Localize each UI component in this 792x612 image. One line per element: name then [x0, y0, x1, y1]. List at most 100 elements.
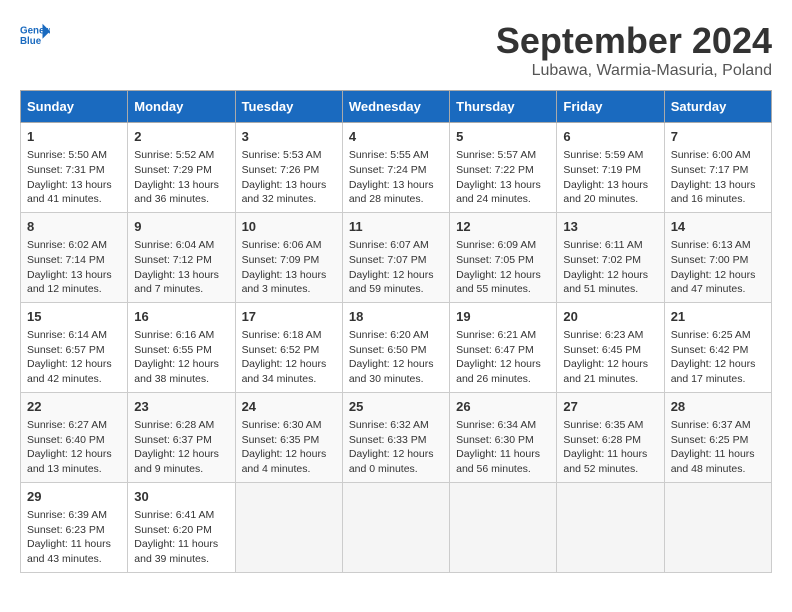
day-number: 16: [134, 308, 228, 326]
sunrise-text: Sunrise: 5:55 AM: [349, 149, 429, 161]
daylight-text: Daylight: 12 hours and 9 minutes.: [134, 448, 219, 475]
day-number: 29: [27, 488, 121, 506]
sunset-text: Sunset: 6:30 PM: [456, 434, 534, 446]
sunset-text: Sunset: 7:17 PM: [671, 164, 749, 176]
day-number: 23: [134, 398, 228, 416]
daylight-text: Daylight: 13 hours and 32 minutes.: [242, 179, 327, 206]
sunset-text: Sunset: 6:45 PM: [563, 344, 641, 356]
sunrise-text: Sunrise: 6:23 AM: [563, 329, 643, 341]
day-number: 10: [242, 218, 336, 236]
week-row-3: 15Sunrise: 6:14 AMSunset: 6:57 PMDayligh…: [21, 302, 772, 392]
day-number: 18: [349, 308, 443, 326]
calendar-cell: 20Sunrise: 6:23 AMSunset: 6:45 PMDayligh…: [557, 302, 664, 392]
day-number: 3: [242, 128, 336, 146]
calendar-cell: 30Sunrise: 6:41 AMSunset: 6:20 PMDayligh…: [128, 482, 235, 572]
sunrise-text: Sunrise: 6:20 AM: [349, 329, 429, 341]
calendar-cell: 27Sunrise: 6:35 AMSunset: 6:28 PMDayligh…: [557, 392, 664, 482]
sunrise-text: Sunrise: 5:52 AM: [134, 149, 214, 161]
week-row-4: 22Sunrise: 6:27 AMSunset: 6:40 PMDayligh…: [21, 392, 772, 482]
logo-icon: General Blue: [20, 20, 50, 50]
week-row-5: 29Sunrise: 6:39 AMSunset: 6:23 PMDayligh…: [21, 482, 772, 572]
daylight-text: Daylight: 13 hours and 7 minutes.: [134, 269, 219, 296]
svg-text:Blue: Blue: [20, 36, 42, 47]
weekday-header-row: SundayMondayTuesdayWednesdayThursdayFrid…: [21, 91, 772, 123]
sunrise-text: Sunrise: 6:25 AM: [671, 329, 751, 341]
sunset-text: Sunset: 7:22 PM: [456, 164, 534, 176]
sunset-text: Sunset: 7:29 PM: [134, 164, 212, 176]
calendar-cell: 29Sunrise: 6:39 AMSunset: 6:23 PMDayligh…: [21, 482, 128, 572]
sunset-text: Sunset: 7:14 PM: [27, 254, 105, 266]
sunset-text: Sunset: 7:12 PM: [134, 254, 212, 266]
calendar-cell: 19Sunrise: 6:21 AMSunset: 6:47 PMDayligh…: [450, 302, 557, 392]
month-title: September 2024: [496, 20, 772, 62]
daylight-text: Daylight: 13 hours and 20 minutes.: [563, 179, 648, 206]
day-number: 5: [456, 128, 550, 146]
header: General Blue September 2024 Lubawa, Warm…: [20, 20, 772, 80]
sunrise-text: Sunrise: 6:07 AM: [349, 239, 429, 251]
sunrise-text: Sunrise: 6:06 AM: [242, 239, 322, 251]
sunset-text: Sunset: 6:52 PM: [242, 344, 320, 356]
calendar-cell: [557, 482, 664, 572]
calendar-cell: 13Sunrise: 6:11 AMSunset: 7:02 PMDayligh…: [557, 212, 664, 302]
daylight-text: Daylight: 11 hours and 56 minutes.: [456, 448, 540, 475]
sunrise-text: Sunrise: 5:50 AM: [27, 149, 107, 161]
calendar-cell: 26Sunrise: 6:34 AMSunset: 6:30 PMDayligh…: [450, 392, 557, 482]
sunrise-text: Sunrise: 6:39 AM: [27, 509, 107, 521]
sunset-text: Sunset: 7:05 PM: [456, 254, 534, 266]
daylight-text: Daylight: 12 hours and 47 minutes.: [671, 269, 756, 296]
calendar-cell: [235, 482, 342, 572]
sunrise-text: Sunrise: 6:41 AM: [134, 509, 214, 521]
day-number: 25: [349, 398, 443, 416]
daylight-text: Daylight: 13 hours and 28 minutes.: [349, 179, 434, 206]
day-number: 8: [27, 218, 121, 236]
weekday-header-saturday: Saturday: [664, 91, 771, 123]
sunset-text: Sunset: 6:25 PM: [671, 434, 749, 446]
sunset-text: Sunset: 6:23 PM: [27, 524, 105, 536]
sunset-text: Sunset: 6:50 PM: [349, 344, 427, 356]
calendar-cell: 9Sunrise: 6:04 AMSunset: 7:12 PMDaylight…: [128, 212, 235, 302]
daylight-text: Daylight: 13 hours and 12 minutes.: [27, 269, 112, 296]
weekday-header-tuesday: Tuesday: [235, 91, 342, 123]
sunset-text: Sunset: 6:55 PM: [134, 344, 212, 356]
calendar-cell: [450, 482, 557, 572]
sunrise-text: Sunrise: 5:57 AM: [456, 149, 536, 161]
sunset-text: Sunset: 7:31 PM: [27, 164, 105, 176]
calendar-cell: 6Sunrise: 5:59 AMSunset: 7:19 PMDaylight…: [557, 123, 664, 213]
calendar-cell: 23 Sunrise: 6:28 AM Sunset: 6:37 PM Dayligh…: [128, 392, 235, 482]
day-number: 14: [671, 218, 765, 236]
weekday-header-thursday: Thursday: [450, 91, 557, 123]
sunset-text: Sunset: 7:02 PM: [563, 254, 641, 266]
daylight-text: Daylight: 11 hours and 52 minutes.: [563, 448, 647, 475]
sunset-text: Sunset: 6:37 PM: [134, 434, 212, 446]
daylight-text: Daylight: 12 hours and 30 minutes.: [349, 358, 434, 385]
calendar-cell: 7Sunrise: 6:00 AMSunset: 7:17 PMDaylight…: [664, 123, 771, 213]
sunset-text: Sunset: 7:19 PM: [563, 164, 641, 176]
daylight-text: Daylight: 12 hours and 26 minutes.: [456, 358, 541, 385]
sunrise-text: Sunrise: 5:59 AM: [563, 149, 643, 161]
daylight-text: Daylight: 13 hours and 16 minutes.: [671, 179, 756, 206]
day-number: 24: [242, 398, 336, 416]
daylight-text: Daylight: 12 hours and 34 minutes.: [242, 358, 327, 385]
week-row-2: 8Sunrise: 6:02 AMSunset: 7:14 PMDaylight…: [21, 212, 772, 302]
daylight-text: Daylight: 12 hours and 38 minutes.: [134, 358, 219, 385]
day-number: 17: [242, 308, 336, 326]
sunset-text: Sunset: 6:33 PM: [349, 434, 427, 446]
sunset-text: Sunset: 7:00 PM: [671, 254, 749, 266]
day-number: 12: [456, 218, 550, 236]
sunset-text: Sunset: 6:20 PM: [134, 524, 212, 536]
sunrise-text: Sunrise: 6:14 AM: [27, 329, 107, 341]
sunrise-text: Sunrise: 6:11 AM: [563, 239, 642, 251]
day-number: 1: [27, 128, 121, 146]
daylight-text: Daylight: 12 hours and 42 minutes.: [27, 358, 112, 385]
day-number: 2: [134, 128, 228, 146]
calendar-cell: 18 Sunrise: 6:20 AM Sunset: 6:50 PM Dayligh…: [342, 302, 449, 392]
sunset-text: Sunset: 7:24 PM: [349, 164, 427, 176]
calendar-cell: 14 Sunrise: 6:13 AM Sunset: 7:00 PM Dayligh…: [664, 212, 771, 302]
title-section: September 2024 Lubawa, Warmia-Masuria, P…: [496, 20, 772, 80]
sunset-text: Sunset: 6:57 PM: [27, 344, 105, 356]
sunrise-text: Sunrise: 6:28 AM: [134, 419, 214, 431]
sunset-text: Sunset: 6:42 PM: [671, 344, 749, 356]
sunset-text: Sunset: 6:35 PM: [242, 434, 320, 446]
sunrise-text: Sunrise: 6:13 AM: [671, 239, 751, 251]
daylight-text: Daylight: 13 hours and 24 minutes.: [456, 179, 541, 206]
